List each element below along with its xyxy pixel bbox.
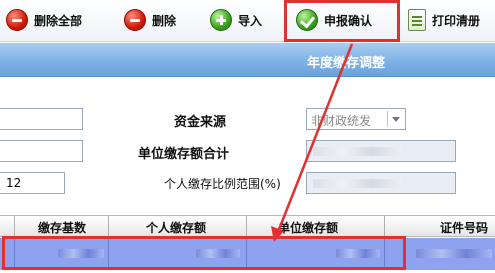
plus-circle-icon	[210, 9, 232, 31]
fund-source-select[interactable]: 非财政统发	[306, 108, 406, 130]
fund-source-label: 资金来源	[174, 115, 227, 130]
grid-header: 缴存基数 个人缴存额 单位缴存额 证件号码	[0, 215, 495, 238]
ratio-field[interactable]: 12	[0, 172, 65, 194]
delete-button[interactable]: 删除	[124, 4, 176, 36]
panel-title: 年度缴存调整	[306, 56, 385, 71]
personal-ratio-field[interactable]	[306, 172, 456, 194]
column-divider	[384, 216, 385, 238]
import-button[interactable]: 导入	[210, 4, 262, 36]
print-list-button[interactable]: 打印清册	[408, 4, 480, 36]
column-header-unit[interactable]: 单位缴存额	[278, 219, 338, 236]
obscured-cell	[416, 249, 492, 258]
print-list-label: 打印清册	[432, 13, 481, 28]
delete-all-button[interactable]: 删除全部	[6, 4, 82, 36]
left-field-1[interactable]	[0, 108, 83, 130]
minus-circle-icon	[124, 9, 146, 31]
column-divider	[108, 216, 109, 238]
column-divider	[14, 216, 15, 238]
left-field-2[interactable]	[0, 140, 83, 162]
unit-total-label: 单位缴存额合计	[138, 147, 230, 162]
ratio-value: 12	[6, 176, 22, 190]
column-header-base[interactable]: 缴存基数	[38, 219, 86, 236]
panel-header: 年度缴存调整	[0, 43, 495, 77]
delete-label: 删除	[152, 13, 177, 28]
adjust-form: 资金来源 非财政统发 单位缴存额合计 12 个人缴存比例范围(%)	[0, 78, 495, 208]
highlight-box-row	[2, 236, 406, 270]
import-label: 导入	[238, 13, 263, 28]
column-header-id-number[interactable]: 证件号码	[440, 219, 488, 236]
fund-source-value: 非财政统发	[311, 114, 372, 128]
unit-total-field[interactable]	[306, 140, 456, 162]
screen: 删除全部 删除 导入 申报确认 打印清册 年度缴存调整 资金来源 非财政统发 单…	[0, 0, 495, 273]
personal-ratio-label: 个人缴存比例范围(%)	[164, 177, 281, 191]
highlight-box-confirm	[284, 0, 400, 42]
toolbar: 删除全部 删除 导入 申报确认 打印清册	[0, 0, 495, 42]
column-header-personal[interactable]: 个人缴存额	[146, 219, 206, 236]
column-divider	[246, 216, 247, 238]
chevron-down-icon	[387, 111, 403, 127]
minus-circle-icon	[6, 9, 28, 31]
print-icon	[408, 9, 426, 31]
delete-all-label: 删除全部	[34, 13, 83, 28]
